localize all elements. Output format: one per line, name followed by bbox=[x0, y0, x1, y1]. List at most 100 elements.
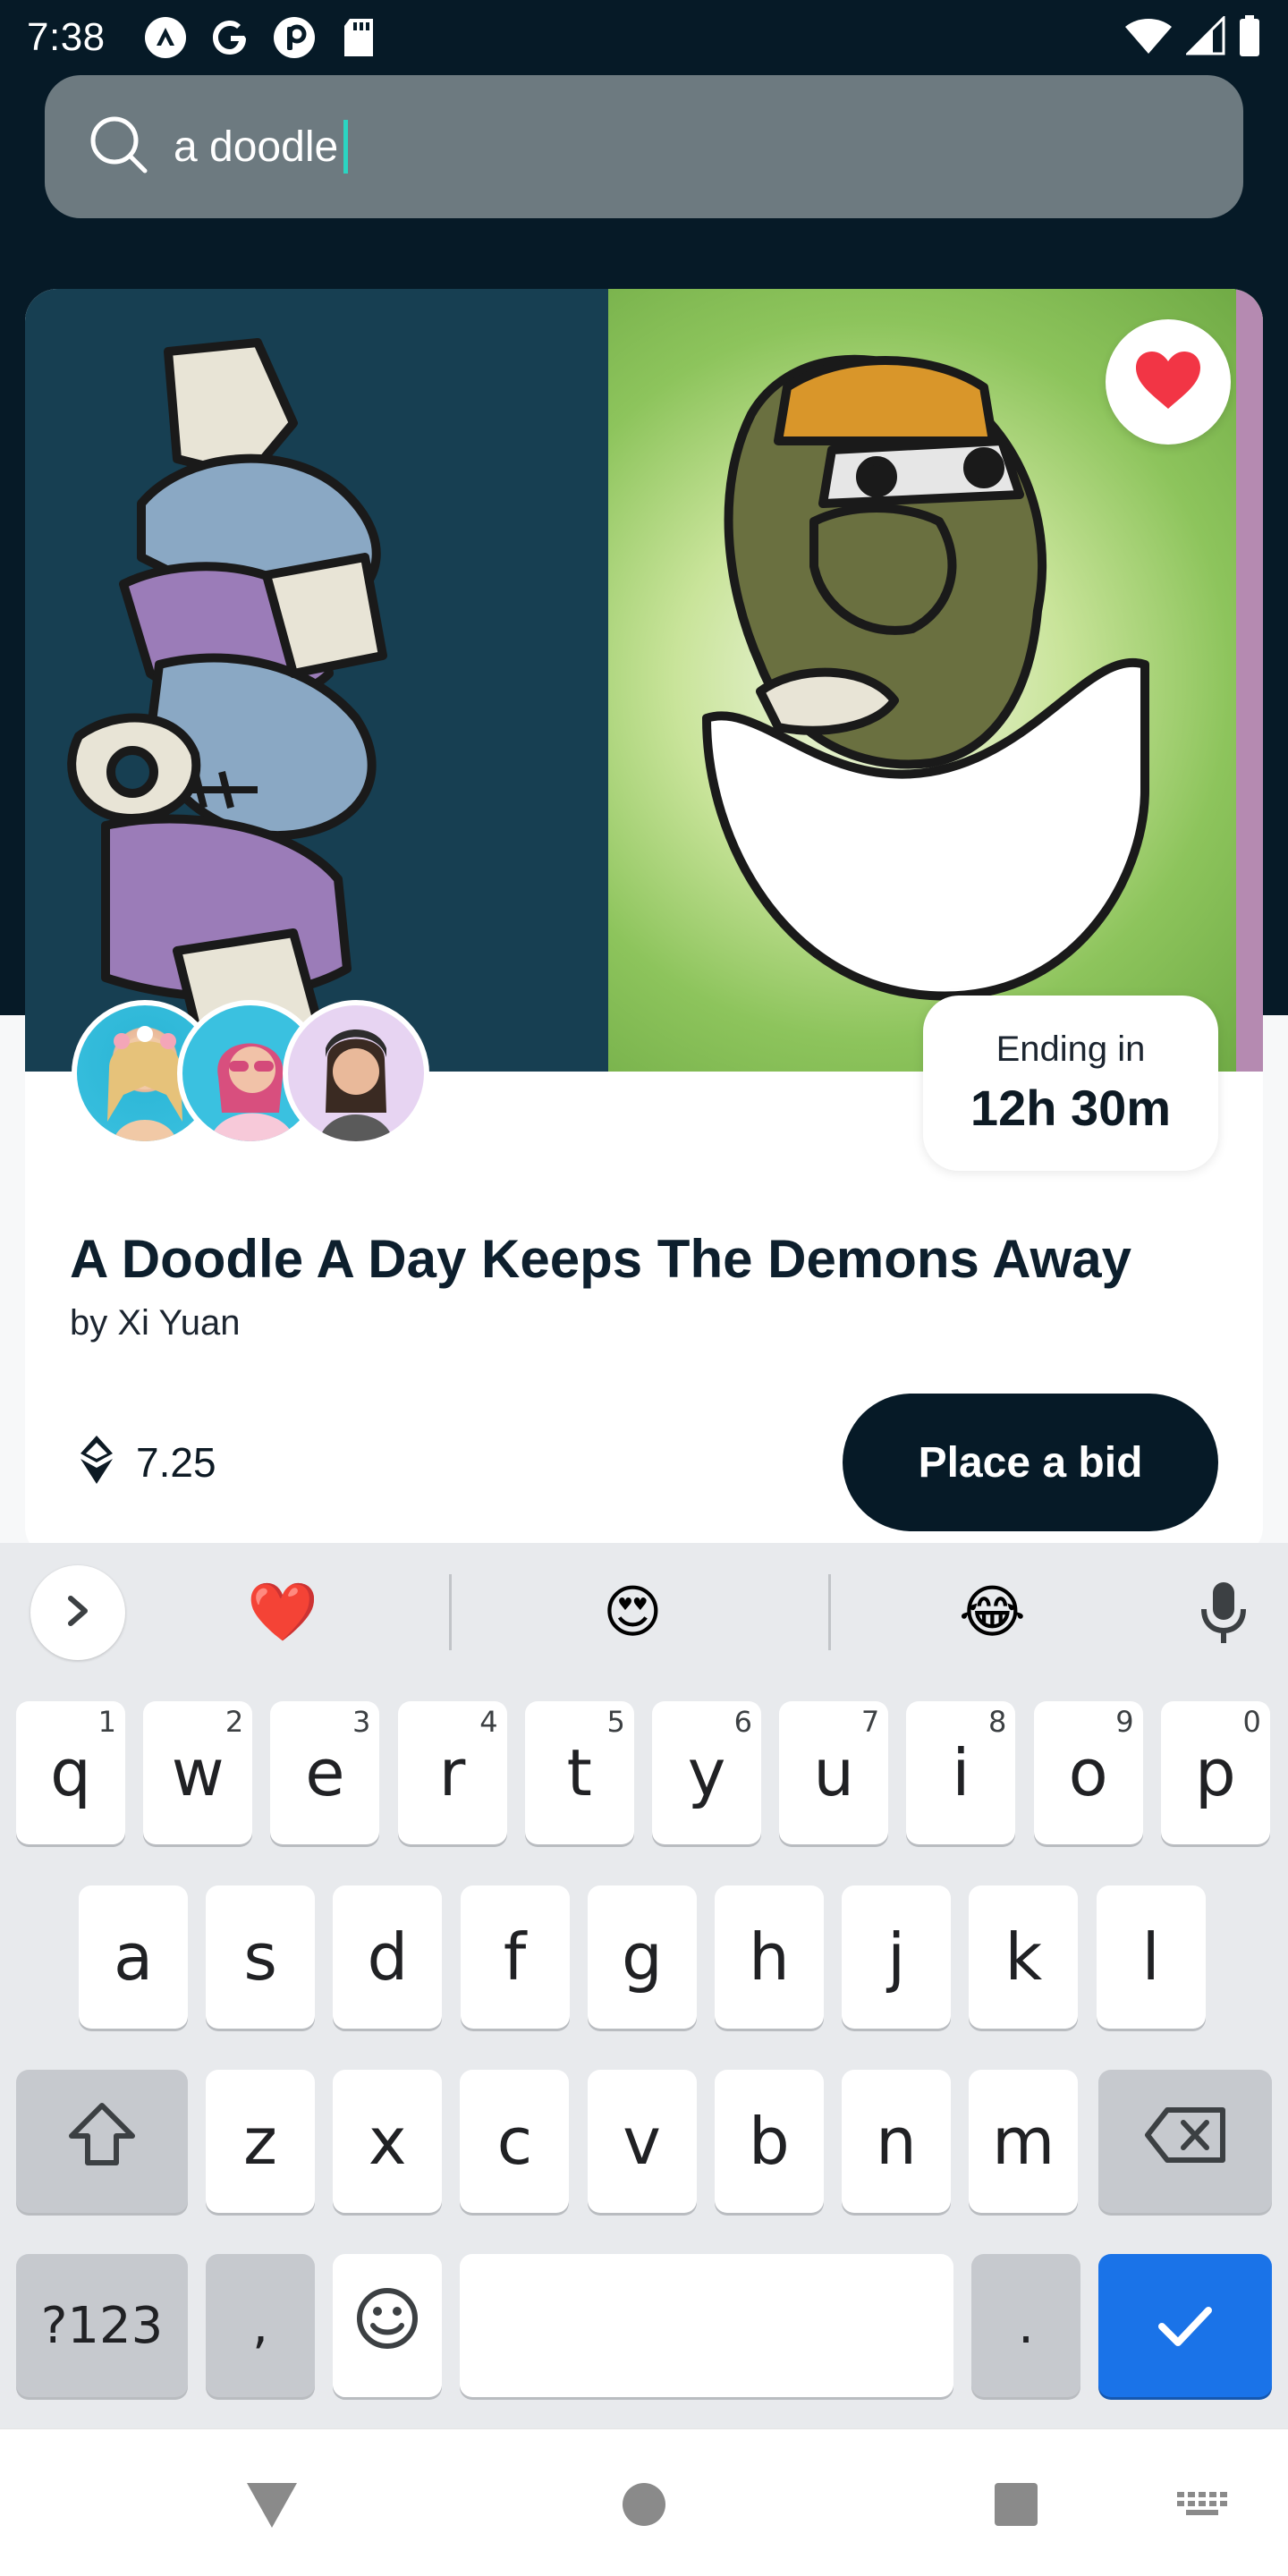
key-a[interactable]: a bbox=[79, 1885, 188, 2029]
status-time: 7:38 bbox=[27, 15, 106, 59]
artwork-left-image[interactable] bbox=[25, 289, 608, 1072]
artwork-author[interactable]: by Xi Yuan bbox=[70, 1303, 241, 1343]
navigation-bar bbox=[0, 2428, 1288, 2576]
smiley-icon bbox=[355, 2286, 419, 2366]
key-s[interactable]: s bbox=[206, 1885, 316, 2029]
search-query: a doodle bbox=[174, 123, 339, 171]
backspace-key[interactable] bbox=[1098, 2070, 1272, 2213]
key-label: v bbox=[623, 2104, 661, 2179]
key-label: e bbox=[305, 1735, 345, 1810]
divider bbox=[449, 1574, 452, 1650]
place-bid-button[interactable]: Place a bid bbox=[843, 1394, 1218, 1531]
space-key[interactable] bbox=[460, 2254, 953, 2397]
key-label: c bbox=[496, 2104, 533, 2179]
suggestion-emoji-heart[interactable]: ❤️ bbox=[247, 1577, 318, 1648]
key-label: j bbox=[887, 1919, 906, 1995]
key-label: i bbox=[952, 1735, 970, 1810]
key-label: g bbox=[621, 1919, 663, 1995]
divider bbox=[828, 1574, 831, 1650]
key-label: a bbox=[113, 1919, 154, 1995]
key-label: x bbox=[368, 2104, 407, 2179]
key-m[interactable]: m bbox=[969, 2070, 1079, 2213]
text-cursor bbox=[343, 120, 349, 174]
key-label: z bbox=[243, 2104, 277, 2179]
signal-icon bbox=[1184, 13, 1225, 60]
suggestion-emoji-heart-eyes[interactable]: 😍 bbox=[603, 1577, 663, 1648]
key-hint: 8 bbox=[988, 1705, 1007, 1739]
key-n[interactable]: n bbox=[842, 2070, 951, 2213]
key-d[interactable]: d bbox=[333, 1885, 443, 2029]
favorite-button[interactable] bbox=[1106, 319, 1231, 445]
key-i[interactable]: i8 bbox=[906, 1701, 1016, 1844]
enter-key[interactable] bbox=[1098, 2254, 1272, 2397]
price: 7.25 bbox=[79, 1434, 216, 1490]
key-label: p bbox=[1194, 1735, 1236, 1810]
key-label: d bbox=[367, 1919, 409, 1995]
key-label: . bbox=[1018, 2296, 1034, 2355]
key-hint: 5 bbox=[606, 1705, 625, 1739]
key-label: m bbox=[992, 2104, 1055, 2179]
suggestion-emoji-laughing[interactable]: 😂 bbox=[959, 1577, 1026, 1648]
key-p[interactable]: p0 bbox=[1160, 1701, 1270, 1844]
key-label: k bbox=[1004, 1919, 1043, 1995]
period-key[interactable]: . bbox=[971, 2254, 1080, 2397]
pinterest-icon bbox=[272, 15, 317, 60]
key-u[interactable]: u7 bbox=[779, 1701, 889, 1844]
key-label: o bbox=[1068, 1735, 1108, 1810]
key-x[interactable]: x bbox=[333, 2070, 443, 2213]
key-label: n bbox=[876, 2104, 917, 2179]
suggestion-bar: ❤️ 😍 😂 bbox=[0, 1543, 1288, 1677]
key-c[interactable]: c bbox=[460, 2070, 570, 2213]
key-j[interactable]: j bbox=[842, 1885, 952, 2029]
bidder-avatars[interactable] bbox=[72, 1000, 447, 1152]
recents-icon[interactable] bbox=[993, 2481, 1039, 2532]
key-label: s bbox=[243, 1919, 277, 1995]
key-hint: 9 bbox=[1115, 1705, 1134, 1739]
key-o[interactable]: o9 bbox=[1033, 1701, 1143, 1844]
key-b[interactable]: b bbox=[714, 2070, 824, 2213]
key-w[interactable]: w2 bbox=[143, 1701, 253, 1844]
search-icon bbox=[88, 114, 150, 181]
key-l[interactable]: l bbox=[1096, 1885, 1206, 2029]
key-q[interactable]: q1 bbox=[16, 1701, 125, 1844]
key-hint: 6 bbox=[733, 1705, 752, 1739]
symbols-key[interactable]: ?123 bbox=[16, 2254, 188, 2397]
home-icon[interactable] bbox=[621, 2481, 667, 2532]
key-f[interactable]: f bbox=[460, 1885, 570, 2029]
nft-card[interactable]: Ending in 12h 30m A Doodle A Day Keeps T… bbox=[25, 289, 1263, 1559]
key-h[interactable]: h bbox=[715, 1885, 824, 2029]
key-label: y bbox=[687, 1735, 726, 1810]
key-z[interactable]: z bbox=[206, 2070, 315, 2213]
key-label: l bbox=[1141, 1919, 1160, 1995]
key-g[interactable]: g bbox=[587, 1885, 697, 2029]
key-v[interactable]: v bbox=[587, 2070, 697, 2213]
sd-card-icon bbox=[336, 15, 381, 60]
key-label: q bbox=[50, 1735, 91, 1810]
key-r[interactable]: r4 bbox=[397, 1701, 507, 1844]
key-label: b bbox=[748, 2104, 790, 2179]
emoji-key[interactable] bbox=[333, 2254, 442, 2397]
key-y[interactable]: y6 bbox=[652, 1701, 761, 1844]
keyboard-switch-icon[interactable] bbox=[1177, 2492, 1227, 2523]
google-icon bbox=[208, 15, 252, 60]
key-label: u bbox=[813, 1735, 854, 1810]
nomad-icon bbox=[143, 15, 188, 60]
search-input[interactable]: a doodle bbox=[45, 75, 1243, 218]
shift-key[interactable] bbox=[16, 2070, 188, 2213]
microphone-icon[interactable] bbox=[1199, 1579, 1249, 1651]
expand-toolbar-button[interactable] bbox=[30, 1565, 125, 1660]
key-hint: 3 bbox=[352, 1705, 371, 1739]
battery-icon bbox=[1238, 14, 1261, 61]
avatar[interactable] bbox=[283, 1000, 429, 1147]
key-e[interactable]: e3 bbox=[270, 1701, 380, 1844]
key-t[interactable]: t5 bbox=[524, 1701, 634, 1844]
key-hint: 2 bbox=[225, 1705, 244, 1739]
artwork-title[interactable]: A Doodle A Day Keeps The Demons Away bbox=[70, 1228, 1131, 1290]
key-k[interactable]: k bbox=[969, 1885, 1079, 2029]
ending-label: Ending in bbox=[996, 1030, 1146, 1069]
status-bar: 7:38 bbox=[0, 0, 1288, 75]
key-label: , bbox=[252, 2296, 268, 2355]
back-icon[interactable] bbox=[245, 2481, 299, 2534]
wifi-icon bbox=[1123, 16, 1174, 60]
comma-key[interactable]: , bbox=[206, 2254, 315, 2397]
